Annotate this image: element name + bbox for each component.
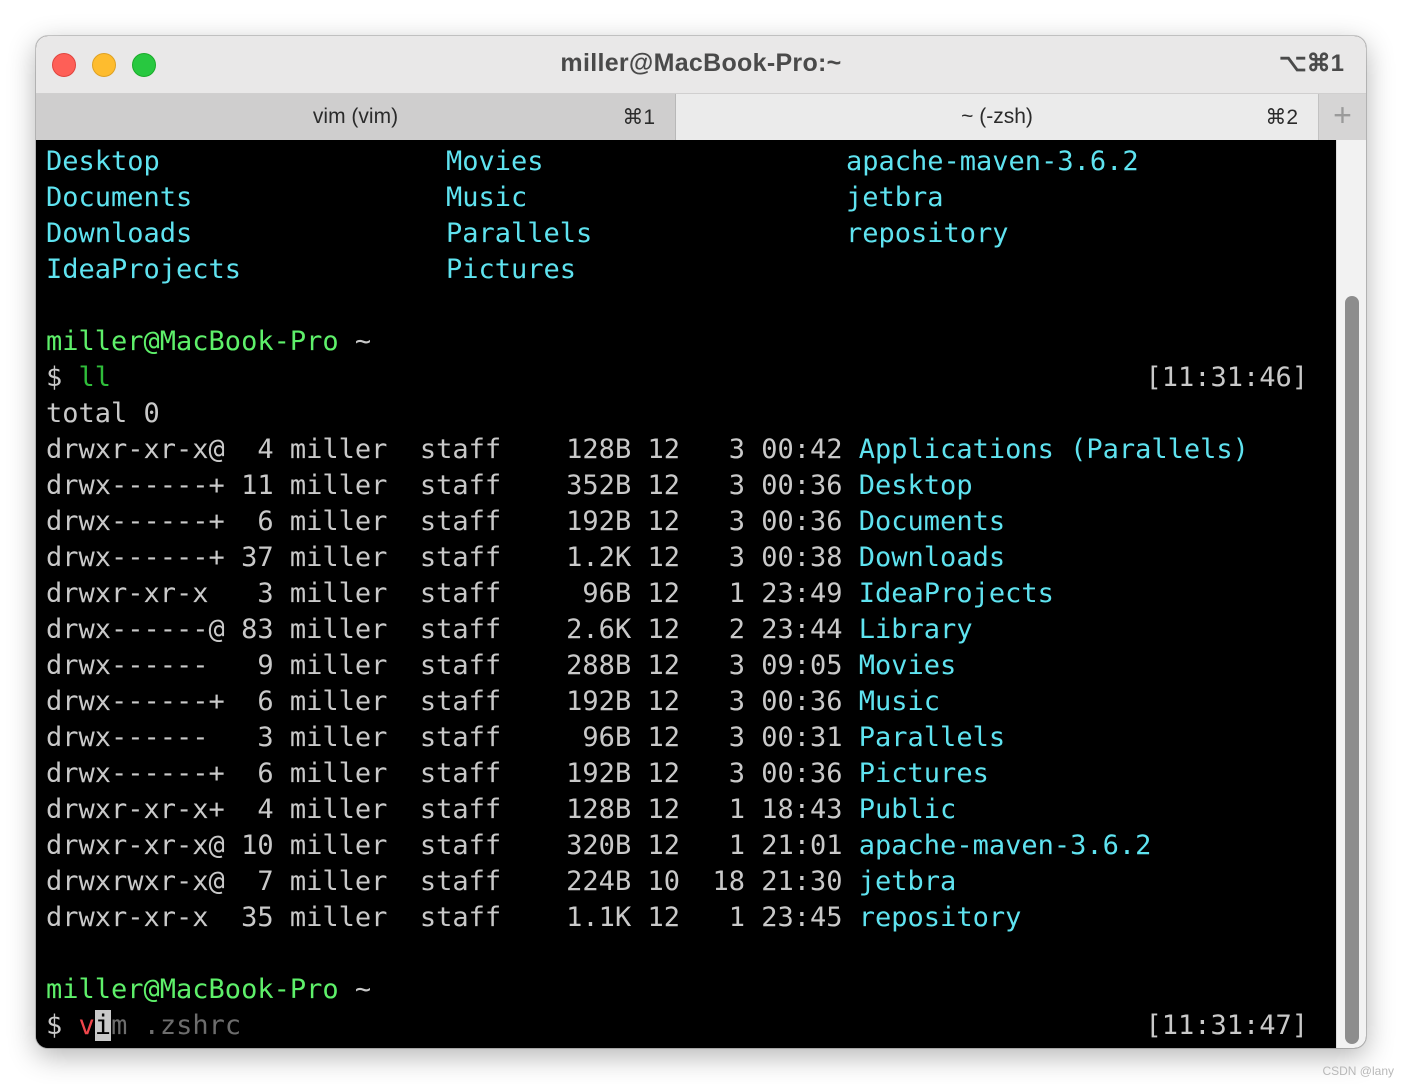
table-row: drwx------+ 6 miller staff 192B 12 3 00:… [46,756,989,792]
text-cursor: i [94,1010,112,1041]
prompt-dir: ~ [354,326,372,357]
tab-bar: vim (vim) ⌘1 ~ (-zsh) ⌘2 + [36,94,1366,140]
new-tab-button[interactable]: + [1318,94,1366,140]
file-metadata: drwx------@ 83 miller staff 2.6K 12 2 23… [46,614,859,645]
table-row: drwx------ 9 miller staff 288B 12 3 09:0… [46,648,956,684]
listing-item: Documents [46,182,193,213]
prompt-symbol: $ [46,362,63,393]
prompt-user-host: miller@MacBook-Pro [46,326,339,357]
file-name: Applications (Parallels) [858,434,1249,465]
typed-text: v [78,1010,95,1041]
file-metadata: drwxr-xr-x@ 10 miller staff 320B 12 1 21… [46,830,859,861]
file-name: Movies [858,650,957,681]
prompt-header: miller@MacBook-Pro ~ [46,324,371,360]
tab-shortcut: ⌘1 [622,106,655,129]
file-name: Parallels [858,722,1006,753]
tab-label: ~ (-zsh) [961,105,1033,128]
tab-label: vim (vim) [312,105,399,128]
timestamp: [11:31:46] [1145,362,1308,393]
table-row: drwx------+ 6 miller staff 192B 12 3 00:… [46,684,940,720]
listing-item: Downloads [46,218,193,249]
autosuggestion-text: m .zshrc [111,1010,242,1041]
table-row: drwx------@ 83 miller staff 2.6K 12 2 23… [46,612,973,648]
file-name: Public [858,794,957,825]
file-metadata: drwxr-xr-x 35 miller staff 1.1K 12 1 23:… [46,902,859,933]
listing-item: apache-maven-3.6.2 [846,146,1139,177]
listing-item: Pictures [446,254,577,285]
file-metadata: drwxr-xr-x+ 4 miller staff 128B 12 1 18:… [46,794,859,825]
terminal-window: miller@MacBook-Pro:~ ⌥⌘1 vim (vim) ⌘1 ~ … [36,36,1366,1048]
table-row: drwx------+ 6 miller staff 192B 12 3 00:… [46,504,1005,540]
file-metadata: drwxr-xr-x@ 4 miller staff 128B 12 3 00:… [46,434,859,465]
file-metadata: drwx------+ 6 miller staff 192B 12 3 00:… [46,506,859,537]
watermark: CSDN @lany [1322,1064,1394,1078]
file-name: jetbra [858,866,957,897]
file-metadata: drwx------+ 37 miller staff 1.2K 12 3 00… [46,542,859,573]
table-row: drwxrwxr-x@ 7 miller staff 224B 10 18 21… [46,864,956,900]
file-metadata: drwxr-xr-x 3 miller staff 96B 12 1 23:49 [46,578,859,609]
listing-item: Music [446,182,528,213]
table-row: drwxr-xr-x 35 miller staff 1.1K 12 1 23:… [46,900,1021,936]
timestamp: [11:31:47] [1145,1010,1308,1041]
command-line[interactable]: $ vim .zshrc [46,1008,241,1044]
file-metadata: drwx------+ 6 miller staff 192B 12 3 00:… [46,758,859,789]
prompt-user-host: miller@MacBook-Pro [46,974,339,1005]
table-row: drwx------+ 37 miller staff 1.2K 12 3 00… [46,540,1005,576]
file-name: Documents [858,506,1006,537]
file-name: Downloads [858,542,1006,573]
terminal-content[interactable]: Desktop Documents Downloads IdeaProjects… [36,140,1336,1048]
file-metadata: drwx------+ 11 miller staff 352B 12 3 00… [46,470,859,501]
file-metadata: drwx------ 3 miller staff 96B 12 3 00:31 [46,722,859,753]
scrollbar-thumb[interactable] [1345,296,1359,1044]
file-metadata: drwxrwxr-x@ 7 miller staff 224B 10 18 21… [46,866,859,897]
file-name: IdeaProjects [858,578,1054,609]
prompt-header: miller@MacBook-Pro ~ [46,972,371,1008]
table-row: drwxr-xr-x@ 4 miller staff 128B 12 3 00:… [46,432,1249,468]
listing-item: jetbra [846,182,944,213]
listing-item: IdeaProjects [46,254,242,285]
listing-item: Movies [446,146,544,177]
tab-shortcut: ⌘2 [1265,106,1298,129]
prompt-dir: ~ [354,974,372,1005]
file-name: apache-maven-3.6.2 [858,830,1152,861]
file-name: Library [858,614,973,645]
listing-item: Parallels [446,218,593,249]
command-line: $ ll [46,360,111,396]
table-row: drwxr-xr-x+ 4 miller staff 128B 12 1 18:… [46,792,956,828]
prompt-symbol: $ [46,1010,63,1041]
file-name: repository [858,902,1022,933]
table-row: drwx------+ 11 miller staff 352B 12 3 00… [46,468,973,504]
window-title: miller@MacBook-Pro:~ [560,49,842,77]
listing-item: Desktop [46,146,160,177]
file-name: Music [858,686,941,717]
file-metadata: drwx------+ 6 miller staff 192B 12 3 00:… [46,686,859,717]
listing-item: repository [846,218,1009,249]
file-name: Pictures [858,758,989,789]
table-row: drwxr-xr-x 3 miller staff 96B 12 1 23:49… [46,576,1054,612]
window-shortcut: ⌥⌘1 [1278,50,1344,77]
table-row: drwx------ 3 miller staff 96B 12 3 00:31… [46,720,1005,756]
tab-zsh[interactable]: ~ (-zsh) ⌘2 [676,94,1318,140]
file-name: Desktop [858,470,973,501]
title-bar[interactable]: miller@MacBook-Pro:~ ⌥⌘1 [36,36,1366,94]
command-text: ll [78,362,112,393]
scrollbar[interactable] [1336,140,1366,1048]
total-line: total 0 [46,398,160,429]
table-row: drwxr-xr-x@ 10 miller staff 320B 12 1 21… [46,828,1151,864]
file-metadata: drwx------ 9 miller staff 288B 12 3 09:0… [46,650,859,681]
tab-vim[interactable]: vim (vim) ⌘1 [36,94,676,140]
